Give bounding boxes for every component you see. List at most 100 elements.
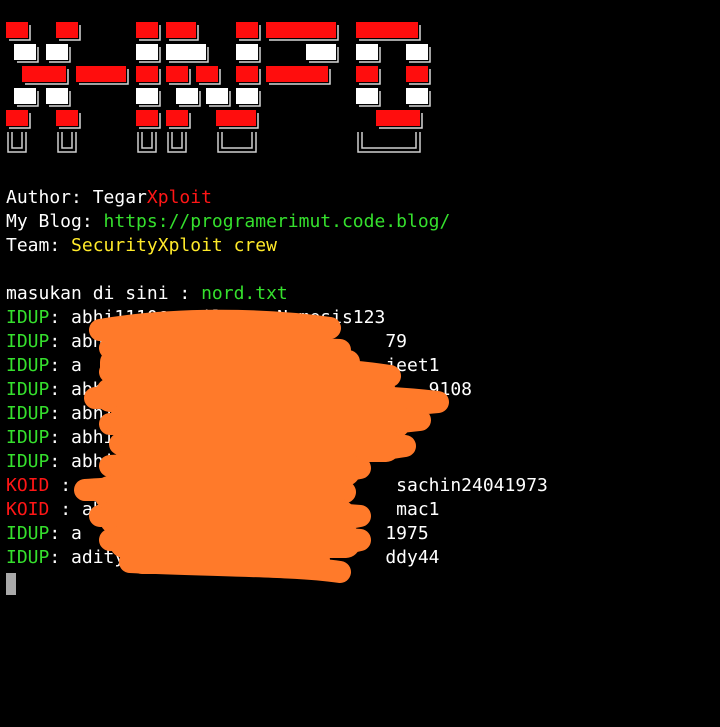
- logo-block: [22, 66, 66, 82]
- result-row: IDUP: abhi: [6, 426, 706, 450]
- prompt-value[interactable]: nord.txt: [201, 283, 288, 304]
- logo-block: [136, 66, 158, 82]
- result-separator: :: [49, 499, 82, 520]
- result-credential: a 1975: [71, 523, 429, 544]
- logo-block: [6, 22, 28, 38]
- result-separator: :: [49, 355, 72, 376]
- logo-block: [406, 66, 428, 82]
- logo-block: [166, 44, 206, 60]
- result-status: IDUP: [6, 331, 50, 352]
- result-row: KOID : ab mac1: [6, 498, 706, 522]
- team-name: SecurityXploit crew: [71, 235, 277, 256]
- result-credential: sachin24041973: [81, 475, 548, 496]
- result-row: IDUP: a 1975: [6, 522, 706, 546]
- result-row: IDUP: abhi: [6, 450, 706, 474]
- logo-block: [196, 66, 218, 82]
- result-credential: abhi: [71, 451, 115, 472]
- team-label: Team:: [6, 235, 72, 256]
- blog-label: My Blog:: [6, 211, 104, 232]
- author-suffix: Xploit: [146, 187, 212, 208]
- result-separator: :: [49, 379, 72, 400]
- logo-block: [46, 88, 68, 104]
- logo-block: [14, 44, 36, 60]
- result-row: KOID : sachin24041973: [6, 474, 706, 498]
- blog-line: My Blog: https://programerimut.code.blog…: [6, 210, 706, 234]
- result-status: IDUP: [6, 403, 50, 424]
- result-status: IDUP: [6, 355, 50, 376]
- result-status: KOID: [6, 499, 50, 520]
- author-line: Author: TegarXploit: [6, 186, 706, 210]
- logo-block: [166, 22, 196, 38]
- result-status: IDUP: [6, 379, 50, 400]
- logo-outline: [167, 132, 187, 153]
- result-credential: abhi1110@gmail.com:Nemesis123: [71, 307, 386, 328]
- prompt-label: masukan di sini :: [6, 283, 202, 304]
- input-prompt-line: masukan di sini : nord.txt: [6, 282, 706, 306]
- terminal-cursor[interactable]: [6, 573, 16, 595]
- result-status: KOID: [6, 475, 50, 496]
- logo-block: [306, 44, 336, 60]
- author-name: Tegar: [92, 187, 147, 208]
- blog-url[interactable]: https://programerimut.code.blog/: [104, 211, 451, 232]
- result-separator: :: [49, 427, 72, 448]
- logo-block: [166, 66, 188, 82]
- result-row: IDUP: abhijit.w 9108: [6, 378, 706, 402]
- result-credential: ab mac1: [81, 499, 440, 520]
- logo-outline: [357, 132, 421, 153]
- logo-block: [136, 88, 158, 104]
- logo-block: [356, 44, 378, 60]
- team-line: Team: SecurityXploit crew: [6, 234, 706, 258]
- logo-block: [56, 110, 78, 126]
- logo-block: [406, 88, 428, 104]
- result-separator: :: [49, 523, 72, 544]
- result-row: IDUP: abhi1110@gmail.com:Nemesis123: [6, 306, 706, 330]
- result-row: IDUP: abhi 79: [6, 330, 706, 354]
- logo-block: [236, 66, 258, 82]
- logo-outline: [137, 132, 157, 153]
- result-row: IDUP: a jeet1: [6, 354, 706, 378]
- logo-outline: [217, 132, 257, 153]
- result-row: IDUP: adityai ddy44: [6, 546, 706, 570]
- result-status: IDUP: [6, 523, 50, 544]
- logo-block: [76, 66, 126, 82]
- result-separator: :: [49, 451, 72, 472]
- logo-block: [46, 44, 68, 60]
- logo-block: [136, 110, 158, 126]
- terminal-output: Author: TegarXploit My Blog: https://pro…: [6, 186, 706, 595]
- logo-block: [56, 22, 78, 38]
- logo-block: [136, 22, 158, 38]
- result-separator: :: [49, 475, 82, 496]
- logo-block: [266, 66, 328, 82]
- result-status: IDUP: [6, 547, 50, 568]
- top-partial-line: [0, 0, 720, 4]
- logo-block: [236, 44, 258, 60]
- result-separator: :: [49, 331, 72, 352]
- logo-block: [356, 66, 378, 82]
- result-credential: a jeet1: [71, 355, 440, 376]
- result-credential: abhi: [71, 427, 115, 448]
- logo-block: [356, 22, 418, 38]
- result-status: IDUP: [6, 427, 50, 448]
- logo-block: [166, 110, 188, 126]
- result-credential: adityai ddy44: [71, 547, 440, 568]
- logo-block: [176, 88, 198, 104]
- result-separator: :: [49, 547, 72, 568]
- logo-block: [236, 22, 258, 38]
- result-row: IDUP: abhi: [6, 402, 706, 426]
- result-credential: abhijit.w 9108: [71, 379, 473, 400]
- logo-outline: [7, 132, 27, 153]
- author-label: Author:: [6, 187, 93, 208]
- logo-block: [14, 88, 36, 104]
- logo-block: [136, 44, 158, 60]
- result-status: IDUP: [6, 307, 50, 328]
- results-list: IDUP: abhi1110@gmail.com:Nemesis123 IDUP:…: [6, 306, 706, 570]
- logo-block: [356, 88, 378, 104]
- logo-outline: [57, 132, 77, 153]
- result-credential: abhi 79: [71, 331, 407, 352]
- logo-block: [406, 44, 428, 60]
- logo-block: [376, 110, 420, 126]
- logo-block: [6, 110, 28, 126]
- logo-block: [216, 110, 256, 126]
- result-separator: :: [49, 307, 72, 328]
